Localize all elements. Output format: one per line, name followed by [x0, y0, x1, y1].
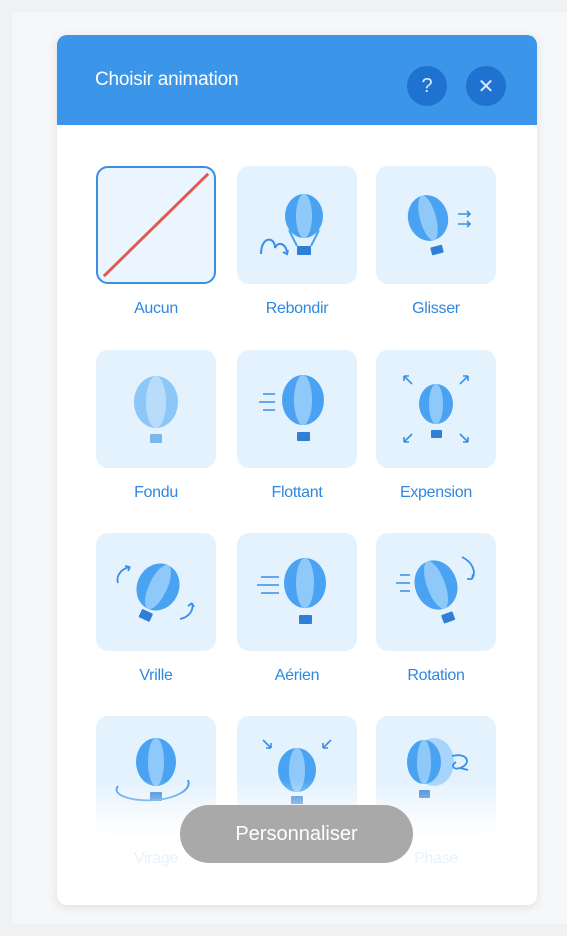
animation-grid: Aucun Rebondir Glisser Fondu Flottant Ex… — [57, 125, 537, 905]
animation-option-expension[interactable] — [376, 350, 496, 468]
balloon-fade-icon — [134, 376, 178, 443]
animation-label: Rebondir — [265, 300, 329, 317]
animation-label: Expension — [399, 484, 473, 501]
dialog-header: Choisir animation ? ✕ — [57, 35, 537, 125]
animation-option-flottant[interactable] — [237, 350, 357, 468]
animation-dialog: Choisir animation ? ✕ Aucun Rebondir Gli… — [57, 35, 537, 905]
animation-label: Fondu — [134, 484, 178, 501]
balloon-glide-icon — [407, 195, 472, 256]
customize-button[interactable]: Personnaliser — [180, 805, 413, 863]
animation-option-aerien[interactable] — [237, 533, 357, 651]
animation-option-rebondir[interactable] — [237, 166, 357, 284]
balloon-bounce-icon — [260, 194, 323, 256]
animation-label: Aucun — [134, 300, 178, 317]
animation-option-rotation[interactable] — [376, 533, 496, 651]
dialog-title: Choisir animation — [95, 69, 239, 90]
help-button[interactable]: ? — [407, 66, 447, 106]
balloon-expand-icon — [403, 375, 469, 443]
animation-option-glisser[interactable] — [376, 166, 496, 284]
animation-label: Glisser — [412, 300, 460, 317]
animation-label: Rotation — [407, 667, 465, 684]
animation-label: Aérien — [274, 667, 320, 684]
close-icon: ✕ — [477, 75, 495, 98]
animation-option-aucun[interactable] — [96, 166, 216, 284]
balloon-rotate-icon — [396, 556, 475, 624]
balloon-float-icon — [259, 375, 324, 441]
close-button[interactable]: ✕ — [466, 66, 506, 106]
animation-option-fondu[interactable] — [96, 350, 216, 468]
balloon-fly-icon — [257, 558, 326, 624]
animation-label: Flottant — [271, 484, 323, 501]
animation-label: Vrille — [139, 667, 173, 684]
animation-option-vrille[interactable] — [96, 533, 216, 651]
none-slash-icon — [102, 172, 210, 278]
balloon-spin-icon — [116, 563, 195, 622]
help-icon: ? — [421, 74, 433, 97]
